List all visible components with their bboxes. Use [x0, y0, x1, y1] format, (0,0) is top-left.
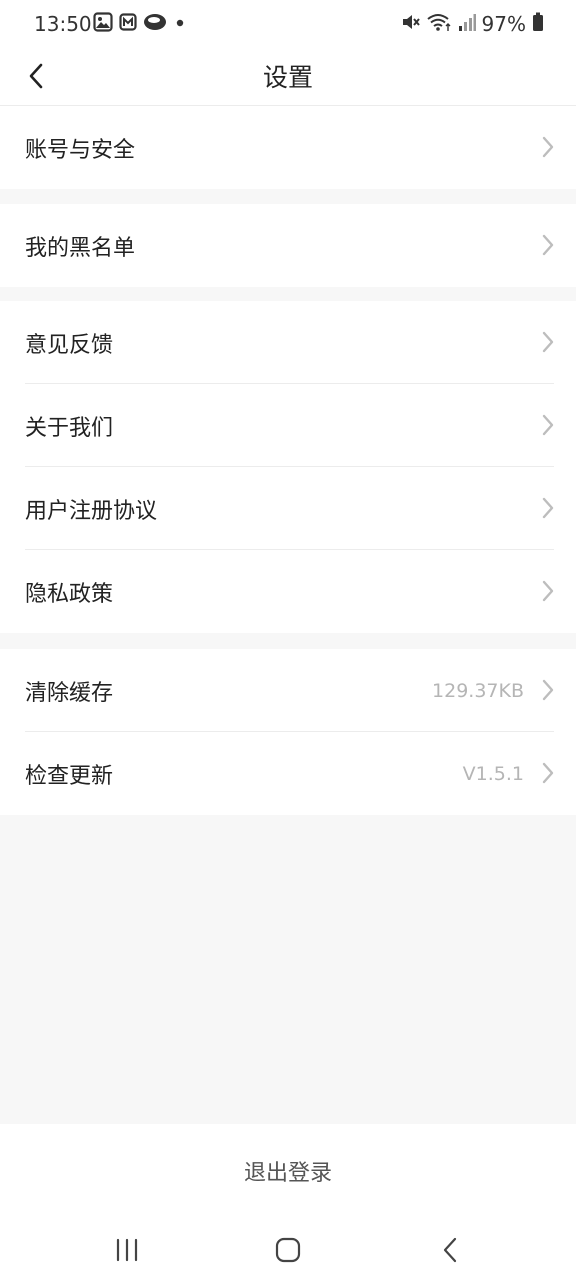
menu-item-label: 隐私政策 [25, 581, 114, 607]
menu-item-user-agreement[interactable]: 用户注册协议 [0, 467, 576, 550]
menu-item-clear-cache[interactable]: 清除缓存 129.37KB [0, 649, 576, 732]
menu-item-blacklist[interactable]: 我的黑名单 [0, 204, 576, 287]
chevron-right-icon [542, 234, 554, 256]
menu-item-label: 清除缓存 [25, 680, 114, 706]
menu-item-about-us[interactable]: 关于我们 [0, 384, 576, 467]
system-nav-bar [0, 1218, 576, 1280]
nav-bar: 设置 [0, 48, 576, 106]
home-button[interactable] [268, 1230, 308, 1270]
menu-item-label: 用户注册协议 [25, 498, 158, 524]
system-back-button[interactable] [430, 1230, 470, 1270]
menu-item-label: 检查更新 [25, 763, 114, 789]
status-icons-left [93, 12, 187, 36]
menu-item-privacy-policy[interactable]: 隐私政策 [0, 550, 576, 633]
app-m-icon [119, 13, 137, 35]
chevron-right-icon [542, 580, 554, 602]
mute-icon [400, 12, 420, 36]
chevron-right-icon [542, 679, 554, 701]
chevron-right-icon [542, 414, 554, 436]
wifi-icon [426, 12, 452, 36]
home-icon [275, 1237, 301, 1263]
menu-item-label: 意见反馈 [25, 332, 114, 358]
status-time: 13:50 [34, 12, 92, 36]
signal-icon [458, 12, 476, 36]
notification-dot-icon [173, 15, 187, 34]
battery-icon [532, 12, 544, 36]
status-bar: 13:50 97% [0, 0, 576, 48]
recent-apps-button[interactable] [107, 1230, 147, 1270]
menu-item-check-update[interactable]: 检查更新 V1.5.1 [0, 732, 576, 815]
settings-group-app: 清除缓存 129.37KB 检查更新 V1.5.1 [0, 649, 576, 815]
version-value: V1.5.1 [462, 762, 524, 785]
chevron-right-icon [542, 331, 554, 353]
settings-group-account: 账号与安全 [0, 106, 576, 189]
logout-area: 退出登录 [0, 1124, 576, 1218]
menu-item-label: 账号与安全 [25, 137, 136, 163]
menu-item-label: 关于我们 [25, 415, 114, 441]
menu-item-label: 我的黑名单 [25, 235, 136, 261]
cache-size-value: 129.37KB [432, 679, 524, 702]
settings-group-info: 意见反馈 关于我们 用户注册协议 隐私政策 [0, 301, 576, 633]
chevron-right-icon [542, 136, 554, 158]
settings-group-blacklist: 我的黑名单 [0, 204, 576, 287]
back-icon [443, 1237, 457, 1263]
chevron-right-icon [542, 762, 554, 784]
status-icons-right: 97% [400, 12, 544, 36]
battery-percent: 97% [481, 12, 526, 36]
menu-item-account-security[interactable]: 账号与安全 [0, 106, 576, 189]
recent-apps-icon [116, 1238, 138, 1262]
menu-item-feedback[interactable]: 意见反馈 [0, 301, 576, 384]
page-title: 设置 [262, 63, 313, 92]
chevron-right-icon [542, 497, 554, 519]
logout-button[interactable]: 退出登录 [224, 1145, 352, 1197]
cloud-app-icon [143, 12, 167, 36]
gallery-icon [93, 12, 113, 36]
